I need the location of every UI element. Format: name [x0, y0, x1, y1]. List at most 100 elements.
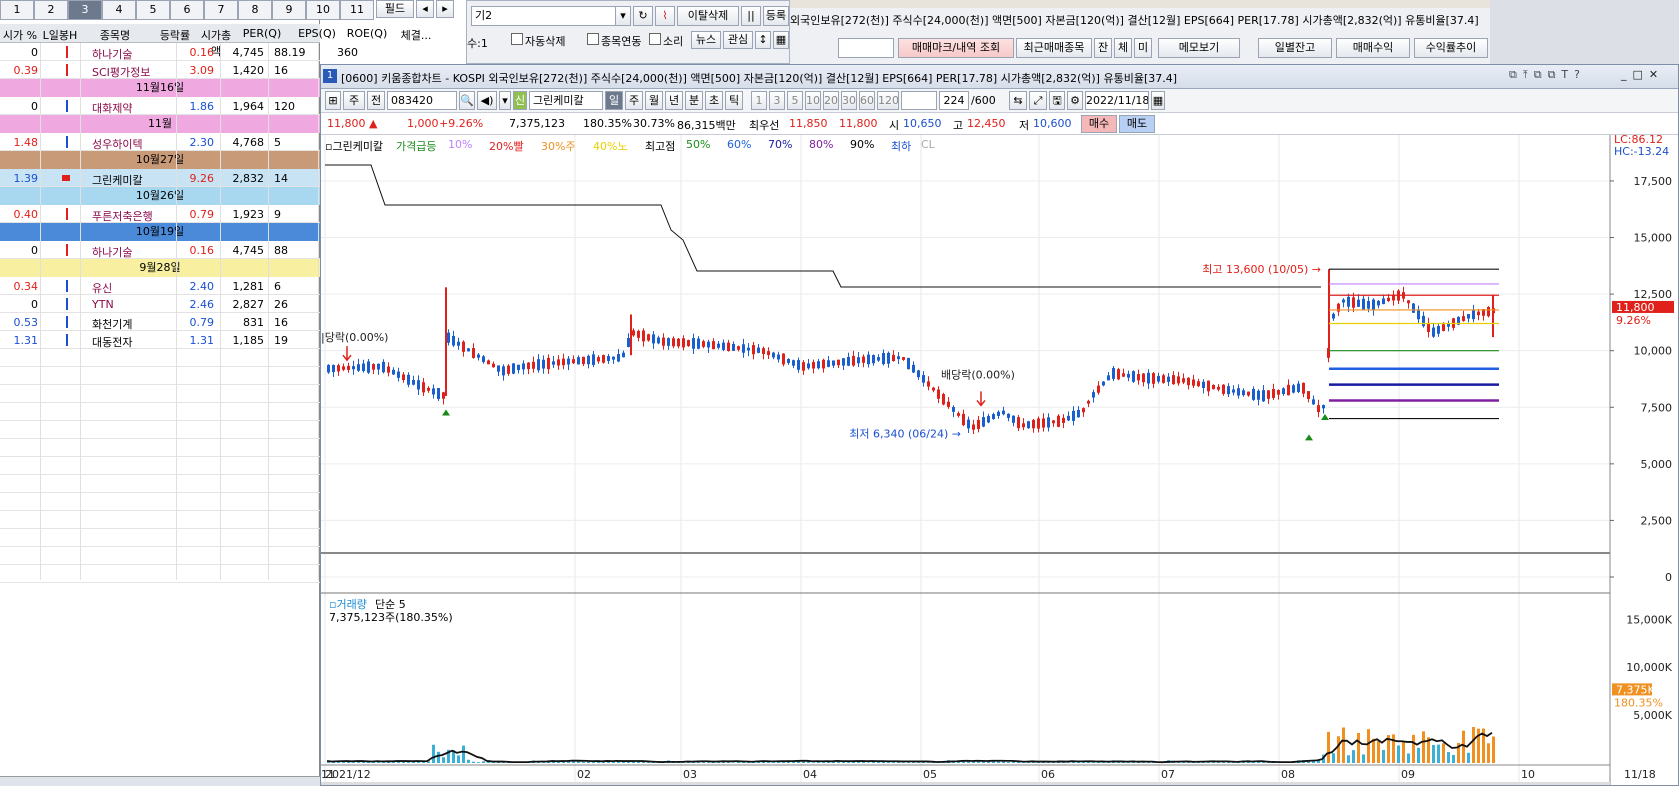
news-button[interactable]: 뉴스: [691, 31, 721, 49]
list-tab-11[interactable]: 11: [340, 0, 374, 20]
indicator-icon[interactable]: ⇆: [1009, 91, 1027, 110]
volume-bar: [467, 759, 470, 763]
interval-5[interactable]: 5: [787, 91, 803, 110]
date-input[interactable]: 2022/11/18: [1085, 91, 1149, 110]
column-header[interactable]: EPS(Q): [292, 27, 342, 40]
interval-3[interactable]: 3: [769, 91, 785, 110]
list-tab-8[interactable]: 8: [238, 0, 272, 20]
column-header[interactable]: 등락률: [150, 27, 200, 43]
period-틱[interactable]: 틱: [725, 91, 743, 110]
watch-button[interactable]: 관심: [723, 31, 753, 49]
interval-1[interactable]: 1: [751, 91, 767, 110]
list-item[interactable]: 0.39 SCI평가정보 3.09 1,420 16: [0, 61, 320, 79]
list-item[interactable]: 0 YTN 2.46 2,827 26: [0, 295, 320, 313]
list-item[interactable]: 0 대화제약 1.86 1,964 120: [0, 97, 320, 115]
period-분[interactable]: 분: [685, 91, 703, 110]
column-header[interactable]: 시가 %: [0, 27, 40, 43]
column-header[interactable]: 체결...: [392, 27, 440, 43]
condition-combo[interactable]: 기2: [471, 6, 631, 26]
interval-120[interactable]: 120: [877, 91, 899, 110]
balance-button[interactable]: 잔: [1094, 38, 1112, 58]
scrollbar[interactable]: [321, 782, 1610, 785]
period-초[interactable]: 초: [705, 91, 723, 110]
list-tab-3[interactable]: 3: [68, 0, 102, 20]
pause-button[interactable]: ||: [741, 6, 761, 26]
list-item[interactable]: 0.53 화천기계 0.79 831 16: [0, 313, 320, 331]
list-tab-9[interactable]: 9: [272, 0, 306, 20]
buy-button[interactable]: 매수: [1081, 115, 1117, 133]
list-item[interactable]: 0.40 푸른저축은행 0.79 1,923 9: [0, 205, 320, 223]
search-icon[interactable]: 🔍: [459, 91, 475, 110]
stock-code-input[interactable]: 083420: [387, 91, 457, 110]
gear-icon[interactable]: ⚙: [1067, 91, 1083, 110]
unfilled-button[interactable]: 미: [1134, 38, 1152, 58]
next-icon[interactable]: ▸: [436, 0, 454, 18]
volume-bar: [1332, 753, 1335, 763]
recent-trades-button[interactable]: 최근매매종목: [1016, 38, 1092, 58]
column-header[interactable]: PER(Q): [232, 27, 292, 40]
list-tab-7[interactable]: 7: [204, 0, 238, 20]
list-item[interactable]: 1.31 대동전자 1.31 1,185 19: [0, 331, 320, 349]
column-header[interactable]: ROE(Q): [342, 27, 392, 40]
daily-balance-button[interactable]: 일별잔고: [1258, 38, 1332, 58]
sell-button[interactable]: 매도: [1119, 115, 1155, 133]
refresh-icon[interactable]: ↻: [633, 6, 653, 26]
sound-checkbox[interactable]: [649, 33, 661, 45]
trade-mark-button[interactable]: 매매마크/내역 조회: [898, 38, 1014, 58]
stock-name-field[interactable]: 그린케미칼: [529, 91, 603, 110]
interval-combo[interactable]: [901, 91, 937, 110]
list-item[interactable]: 0 하나기술 0.16 4,745 88.19 360: [0, 43, 358, 61]
memo-input[interactable]: [838, 38, 894, 58]
list-item[interactable]: 1.39 그린케미칼 9.26 2,832 14: [0, 169, 320, 187]
candle: [757, 347, 760, 353]
chevron-down-icon[interactable]: ▾: [499, 91, 511, 110]
window-controls-icon[interactable]: ⧉⤒⧉⧉T?: [1509, 68, 1586, 82]
period-년[interactable]: 년: [665, 91, 683, 110]
speaker-icon[interactable]: ◀): [477, 91, 497, 110]
candle: [402, 374, 405, 380]
interval-20[interactable]: 20: [823, 91, 839, 110]
list-tab-5[interactable]: 5: [136, 0, 170, 20]
layout-icon[interactable]: ▦: [773, 31, 789, 49]
memo-view-button[interactable]: 메모보기: [1158, 38, 1240, 58]
mode-combo[interactable]: 주: [343, 91, 365, 110]
prev-icon[interactable]: ◂: [416, 0, 434, 18]
list-tab-2[interactable]: 2: [34, 0, 68, 20]
prev-mode-button[interactable]: 전: [367, 91, 385, 110]
field-button[interactable]: 필드: [376, 0, 414, 18]
register-button[interactable]: 등록: [763, 6, 789, 26]
list-item[interactable]: 0.34 유신 2.40 1,281 6: [0, 277, 320, 295]
chevron-down-icon[interactable]: ▾: [615, 6, 631, 26]
auto-delete-checkbox[interactable]: [511, 33, 523, 45]
bar-count-input[interactable]: 224: [939, 91, 969, 110]
return-trend-button[interactable]: 수익률추이: [1414, 38, 1488, 58]
list-tab-10[interactable]: 10: [306, 0, 340, 20]
delete-exit-button[interactable]: 이탈삭제: [677, 6, 739, 26]
sort-icon[interactable]: ↕: [755, 31, 771, 49]
list-item[interactable]: 0 하나기술 0.16 4,745 88: [0, 241, 320, 259]
list-tab-4[interactable]: 4: [102, 0, 136, 20]
zoom-icon[interactable]: ⤢: [1029, 91, 1047, 110]
list-tab-1[interactable]: 1: [0, 0, 34, 20]
interval-30[interactable]: 30: [841, 91, 857, 110]
period-주[interactable]: 주: [625, 91, 643, 110]
calendar-icon[interactable]: ▦: [1151, 91, 1165, 110]
column-header[interactable]: 종목명: [80, 27, 150, 43]
list-tab-6[interactable]: 6: [170, 0, 204, 20]
minimize-maximize-close-icon[interactable]: _□✕: [1621, 68, 1664, 81]
interval-10[interactable]: 10: [805, 91, 821, 110]
period-일[interactable]: 일: [605, 91, 623, 110]
interval-60[interactable]: 60: [859, 91, 875, 110]
chart-canvas[interactable]: 17,500 15,000 12,500 10,000 7,500 5,000 2,500 0…: [321, 135, 1678, 785]
chart-icon[interactable]: ⌇: [655, 6, 675, 26]
grid-icon[interactable]: ⊞: [325, 91, 341, 110]
save-icon[interactable]: 🖫: [1049, 91, 1065, 110]
candle: [1002, 410, 1005, 415]
column-header[interactable]: L일봉H: [40, 27, 80, 43]
filled-button[interactable]: 체: [1114, 38, 1132, 58]
period-월[interactable]: 월: [645, 91, 663, 110]
list-item[interactable]: 1.48 성우하이텍 2.30 4,768 5: [0, 133, 320, 151]
link-stock-checkbox[interactable]: [587, 33, 599, 45]
new-badge[interactable]: 신: [513, 91, 527, 110]
trade-profit-button[interactable]: 매매수익: [1336, 38, 1410, 58]
